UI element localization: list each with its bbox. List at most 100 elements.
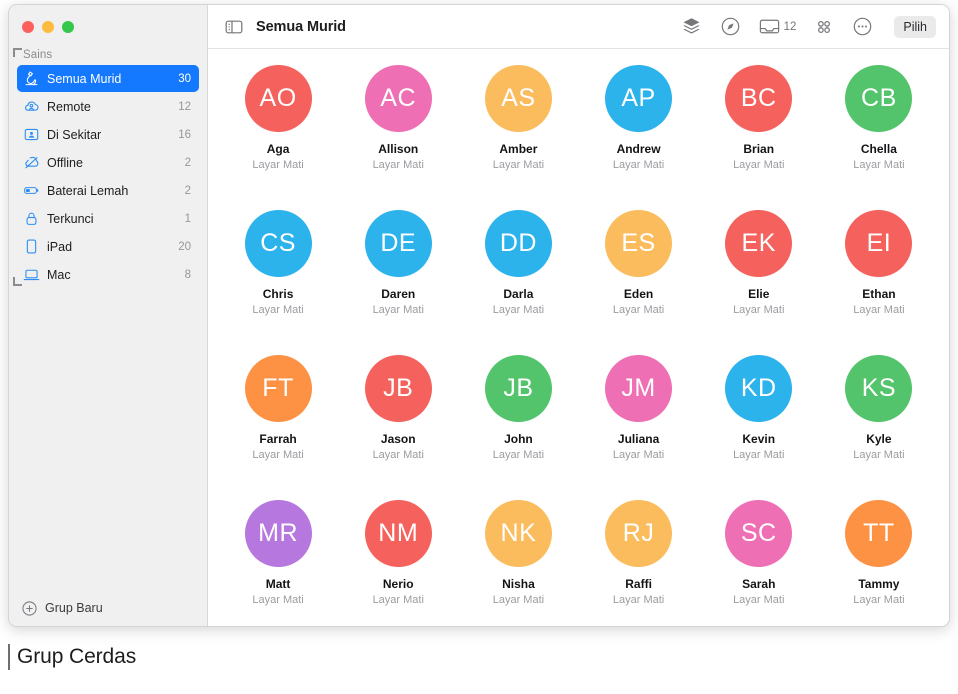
student-name: Farrah [259,433,296,446]
student-tile[interactable]: JB John Layar Mati [458,355,578,500]
avatar: AP [605,65,672,132]
sidebar-item-count: 12 [178,101,191,113]
inbox-icon[interactable]: 12 [756,15,799,39]
student-name: Juliana [618,433,659,446]
student-name: Tammy [858,578,899,591]
close-button[interactable] [22,21,34,33]
student-status: Layar Mati [733,304,784,316]
student-status: Layar Mati [853,449,904,461]
avatar: JB [485,355,552,422]
student-tile[interactable]: TT Tammy Layar Mati [819,500,939,626]
toolbar: Semua Murid 12 [208,5,949,49]
student-tile[interactable]: KDKevinLayar Mati [699,355,819,500]
student-tile[interactable]: DEDarenLayar Mati [338,210,458,355]
student-status: Layar Mati [493,304,544,316]
student-grid: AOAgaLayar MatiACAllisonLayar MatiASAmbe… [208,49,949,626]
caption-bracket [8,644,10,670]
student-tile[interactable]: BCBrianLayar Mati [699,65,819,210]
caption-text: Grup Cerdas [17,645,136,669]
avatar: ES [605,210,672,277]
sidebar-item-label: Di Sekitar [47,128,171,142]
student-tile[interactable]: SCSarahLayar Mati [699,500,819,626]
student-tile[interactable]: ASAmberLayar Mati [458,65,578,210]
sidebar-item-remote[interactable]: Remote12 [17,93,199,120]
student-name: Aga [267,143,290,156]
inbox-count-badge: 12 [784,21,797,33]
sidebar-item-count: 2 [185,157,191,169]
student-tile[interactable]: NKNishaLayar Mati [458,500,578,626]
select-button[interactable]: Pilih [894,16,936,38]
avatar: CS [245,210,312,277]
student-tile[interactable]: CSChrisLayar Mati [218,210,338,355]
student-status: Layar Mati [613,449,664,461]
sidebar-item-label: Terkunci [47,212,178,226]
student-tile[interactable]: JMJulianaLayar Mati [578,355,698,500]
avatar: SC [725,500,792,567]
sidebar-item-label: Semua Murid [47,72,171,86]
student-tile[interactable]: EIEthanLayar Mati [819,210,939,355]
student-name: Kyle [866,433,891,446]
sidebar-toggle-icon[interactable] [224,17,244,37]
student-status: Layar Mati [853,159,904,171]
student-tile[interactable]: FTFarrahLayar Mati [218,355,338,500]
student-tile[interactable]: APAndrewLayar Mati [578,65,698,210]
sidebar-item-count: 20 [178,241,191,253]
cloud-slash-icon [23,154,40,171]
sidebar-item-offline[interactable]: Offline 2 [17,149,199,176]
student-status: Layar Mati [373,304,424,316]
student-tile[interactable]: NMNerioLayar Mati [338,500,458,626]
minimize-button[interactable] [42,21,54,33]
student-status: Layar Mati [733,159,784,171]
layers-icon[interactable] [678,15,705,39]
sidebar-item-semua-murid[interactable]: Semua Murid30 [17,65,199,92]
student-tile[interactable]: JBJasonLayar Mati [338,355,458,500]
student-name: Ethan [862,288,895,301]
student-status: Layar Mati [853,594,904,606]
student-tile[interactable]: RJRaffiLayar Mati [578,500,698,626]
sidebar-item-mac[interactable]: Mac8 [17,261,199,288]
student-name: Elie [748,288,769,301]
plus-circle-icon [22,601,37,616]
avatar: EI [845,210,912,277]
student-tile[interactable]: CBChellaLayar Mati [819,65,939,210]
navigate-icon[interactable] [717,15,744,39]
sidebar-item-label: iPad [47,240,171,254]
student-status: Layar Mati [373,594,424,606]
student-status: Layar Mati [493,449,544,461]
student-status: Layar Mati [613,304,664,316]
sidebar-item-label: Offline [47,156,178,170]
avatar: BC [725,65,792,132]
student-tile[interactable]: EKElieLayar Mati [699,210,819,355]
student-tile[interactable]: AOAgaLayar Mati [218,65,338,210]
sidebar-item-baterai-lemah[interactable]: Baterai Lemah2 [17,177,199,204]
window-traffic-lights [9,5,207,49]
cloud-person-icon [23,98,40,115]
sidebar-item-di-sekitar[interactable]: Di Sekitar16 [17,121,199,148]
lock-icon [23,210,40,227]
new-group-label: Grup Baru [45,601,103,615]
student-name: John [504,433,533,446]
student-tile[interactable]: DDDarlaLayar Mati [458,210,578,355]
student-tile[interactable]: KS Kyle Layar Mati [819,355,939,500]
student-status: Layar Mati [493,594,544,606]
grid-apps-icon[interactable] [810,15,837,39]
sidebar-item-terkunci[interactable]: Terkunci 1 [17,205,199,232]
avatar: TT [845,500,912,567]
sidebar-section-title: Sains [9,49,207,65]
new-group-button[interactable]: Grup Baru [9,590,207,626]
student-name: Kevin [742,433,775,446]
more-circle-icon[interactable] [849,15,876,39]
avatar: KS [845,355,912,422]
caption: Grup Cerdas [8,644,508,670]
sidebar-item-count: 1 [185,213,191,225]
sidebar-item-count: 2 [185,185,191,197]
zoom-button[interactable] [62,21,74,33]
sidebar-item-label: Mac [47,268,178,282]
avatar: RJ [605,500,672,567]
student-name: Andrew [617,143,661,156]
student-tile[interactable]: ACAllisonLayar Mati [338,65,458,210]
student-tile[interactable]: MRMattLayar Mati [218,500,338,626]
sidebar-item-ipad[interactable]: iPad 20 [17,233,199,260]
student-tile[interactable]: ESEdenLayar Mati [578,210,698,355]
avatar: AC [365,65,432,132]
